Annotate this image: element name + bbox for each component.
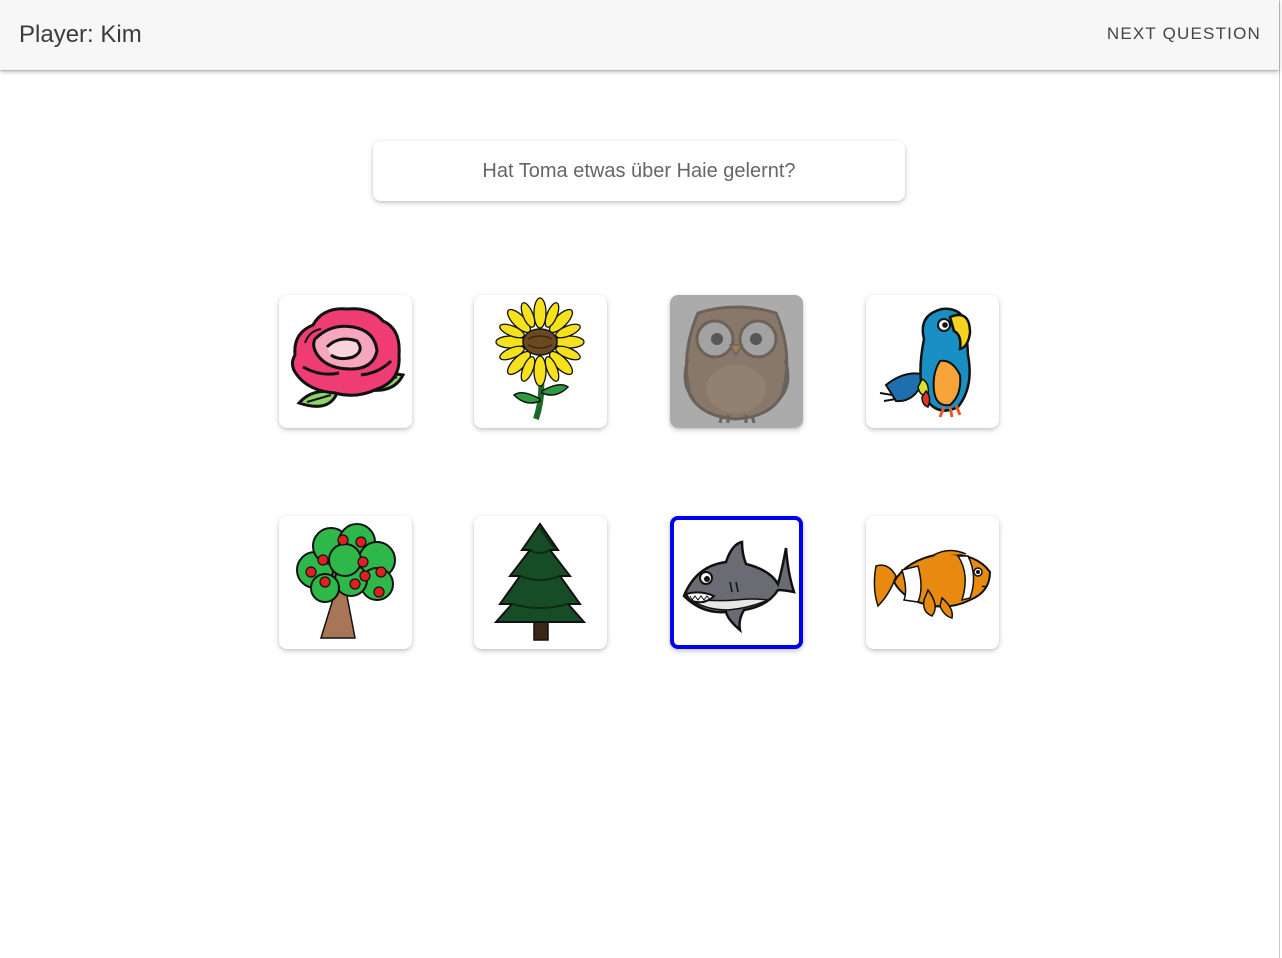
disabled-overlay — [670, 295, 803, 428]
picture-tile-rose[interactable] — [279, 295, 412, 428]
app-bar: Player: Kim NEXT QUESTION — [0, 0, 1279, 70]
picture-tile-owl — [670, 295, 803, 428]
question-text: Hat Toma etwas über Haie gelernt? — [482, 159, 796, 182]
picture-tile-apple-tree[interactable] — [279, 516, 412, 649]
picture-tile-parrot[interactable] — [866, 295, 999, 428]
question-card: Hat Toma etwas über Haie gelernt? — [373, 141, 905, 201]
picture-tile-fir-tree[interactable] — [474, 516, 607, 649]
picture-tile-clownfish[interactable] — [866, 516, 999, 649]
window-edge — [1279, 0, 1280, 958]
shark-icon — [682, 540, 796, 634]
picture-tile-shark[interactable] — [670, 516, 803, 649]
parrot-icon — [879, 307, 972, 418]
sunflower-icon — [495, 297, 585, 420]
player-title: Player: Kim — [19, 21, 142, 48]
fir-tree-icon — [493, 522, 587, 641]
next-question-button[interactable]: NEXT QUESTION — [1107, 22, 1261, 46]
apple-tree-icon — [296, 523, 396, 639]
picture-tile-sunflower[interactable] — [474, 295, 607, 428]
clownfish-icon — [873, 549, 992, 619]
rose-icon — [290, 307, 406, 408]
